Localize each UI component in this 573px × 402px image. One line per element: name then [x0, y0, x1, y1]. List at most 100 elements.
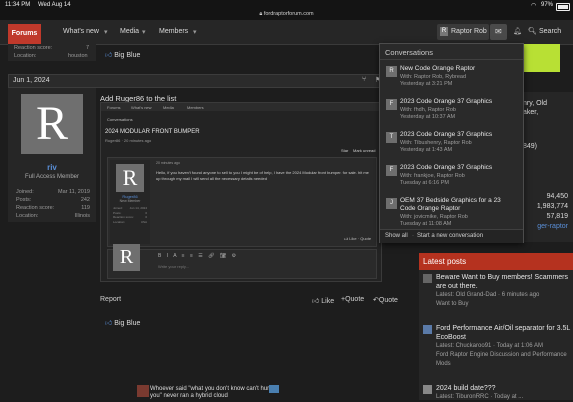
alerts-button[interactable]: 🔔︎: [508, 24, 525, 40]
like-reaction-icon: 👍︎: [105, 320, 113, 327]
post-author-panel: R riv Full Access Member Joined: Mar 11, …: [8, 88, 96, 222]
conversation-title: OEM 37 Bedside Graphics for a 23 Code Or…: [400, 197, 501, 212]
wifi-icon: ◠: [531, 3, 537, 9]
thumbs-up-icon: 👍︎: [312, 298, 320, 305]
tab-whats-new[interactable]: What's new: [63, 28, 99, 35]
bell-icon: 🔔︎: [513, 28, 522, 35]
conversation-avatar: R: [386, 66, 397, 77]
embedded-user-role: New Member: [119, 199, 141, 203]
start-conversation-link[interactable]: Start a new conversation: [417, 233, 483, 239]
embedded-nav: Forums What's new Media Members: [101, 103, 381, 111]
conversation-participants: With: jovicmike, Raptor Rob: [400, 214, 468, 220]
conversation-avatar: J: [386, 198, 397, 209]
latest-post-item[interactable]: Ford Performance Air/Oil separator for 3…: [436, 324, 570, 369]
like-button[interactable]: 👍︎ Like: [312, 296, 334, 305]
chevron-down-icon[interactable]: ▾: [193, 28, 197, 36]
conversation-title: 2023 Code Orange 37 Graphics: [400, 98, 493, 105]
footer-separator: ·: [412, 233, 414, 239]
tab-media[interactable]: Media: [120, 28, 139, 35]
embedded-conv-title: 2024 MODULAR FRONT BUMPER: [105, 129, 200, 135]
quick-reply-area: [100, 240, 380, 274]
latest-post-item[interactable]: 2024 build date??? Latest: TiburonRRC · …: [436, 384, 570, 402]
latest-posts-header: Latest posts: [419, 253, 573, 270]
reaction-user: Big Blue: [114, 52, 141, 59]
conversation-item[interactable]: R New Code Orange Raptor With: Raptor Ro…: [380, 60, 523, 93]
status-time: 11:34 PM: [5, 2, 31, 8]
embedded-msg-time: 20 minutes ago: [156, 161, 180, 165]
battery-icon: [556, 3, 570, 11]
location-label: Location:: [14, 53, 37, 59]
embedded-mark-unread: Mark unread: [353, 148, 376, 153]
share-icon[interactable]: ⑂: [362, 76, 366, 83]
conversation-time: Yesterday at 10:37 AM: [400, 114, 456, 120]
tab-forums[interactable]: Forums: [8, 24, 41, 44]
conversation-title: 2023 Code Orange 37 Graphics: [400, 131, 493, 138]
post-date-bar: Jun 1, 2024 ⑂ ⚑: [8, 74, 381, 88]
reaction-summary[interactable]: 👍︎ Big Blue: [105, 50, 140, 59]
conversation-avatar: F: [386, 99, 397, 110]
post-reactions[interactable]: 👍︎ Big Blue: [105, 318, 140, 327]
search-button[interactable]: 🔍︎ Search: [527, 24, 567, 40]
url-bar[interactable]: 🔒︎ fordraptorforum.com: [0, 11, 573, 20]
search-label: Search: [539, 28, 562, 35]
report-link[interactable]: Report: [100, 296, 121, 303]
latest-post-item[interactable]: Beware Want to Buy members! Scammers are…: [436, 273, 570, 309]
reaction-user: Big Blue: [114, 320, 141, 327]
location-value: houston: [68, 53, 88, 59]
sidebar-partial-text: nry, Old: [523, 100, 547, 107]
stat-row: Joined: Mar 11, 2019: [16, 189, 90, 195]
conversation-time: Yesterday at 1:43 AM: [400, 147, 453, 153]
author-stats: Joined: Mar 11, 2019 Posts: 242 Reaction s…: [16, 188, 90, 220]
status-date: Wed Aug 14: [38, 2, 71, 8]
conversation-item[interactable]: F 2023 Code Orange 37 Graphics With: fra…: [380, 159, 523, 192]
signature-text: Whoever said "what you don't know can't …: [150, 386, 271, 399]
user-name: Raptor Rob: [451, 28, 487, 35]
conversations-button[interactable]: ✉: [490, 24, 507, 40]
previous-author-info: Reaction score: 7 Location: houston: [8, 44, 96, 61]
conversation-participants: With: Tibushenry, Raptor Rob: [400, 140, 472, 146]
embedded-message: R Ruger86 New Member Joined: Jun 14, 2024…: [107, 157, 377, 247]
embedded-star: Star: [341, 148, 349, 153]
stat-row: Reaction score: 119: [16, 205, 90, 211]
reaction-score-value: 7: [86, 45, 90, 51]
multi-quote-button[interactable]: +Quote: [341, 296, 364, 303]
url-text: fordraptorforum.com: [263, 11, 314, 17]
conversation-item[interactable]: F 2023 Code Orange 37 Graphics With: fhd…: [380, 93, 523, 126]
sidebar-partial-text: aker,: [523, 109, 539, 116]
post-date: Jun 1, 2024: [13, 77, 50, 84]
embedded-conv-meta: Ruger86 · 20 minutes ago: [105, 138, 152, 143]
conversation-time: Yesterday at 3:21 PM: [400, 81, 453, 87]
conversations-footer: Show all · Start a new conversation: [380, 229, 523, 243]
latest-posts-list: Beware Want to Buy members! Scammers are…: [419, 270, 573, 400]
sidebar-partial-text: 849): [523, 143, 538, 150]
embedded-user-panel: R Ruger86 New Member Joined: Jun 14, 2024…: [110, 160, 150, 244]
reaction-score-label: Reaction score:: [14, 45, 53, 51]
conversation-item[interactable]: T 2023 Code Orange 37 Graphics With: Tib…: [380, 126, 523, 159]
user-menu-button[interactable]: R Raptor Rob: [437, 24, 489, 40]
lock-icon: 🔒︎: [259, 11, 263, 17]
embedded-msg-text: Hello, if you haven't found anyone to se…: [156, 170, 369, 181]
embedded-avatar: R: [116, 164, 144, 192]
author-name[interactable]: riv: [8, 163, 96, 172]
conversations-dropdown: Conversations R New Code Orange Raptor W…: [379, 43, 524, 243]
tab-members[interactable]: Members: [159, 28, 188, 35]
quote-button[interactable]: ↶Quote: [373, 296, 398, 304]
author-avatar[interactable]: R: [21, 94, 83, 154]
show-all-link[interactable]: Show all: [385, 233, 408, 239]
embedded-section: Conversations: [107, 117, 133, 122]
conversation-time: Tuesday at 11:08 AM: [400, 221, 452, 227]
conversation-participants: With: Raptor Rob, Rybread: [400, 74, 467, 80]
author-role: Full Access Member: [24, 174, 79, 180]
chevron-down-icon[interactable]: ▾: [104, 28, 108, 36]
stat-row: Posts: 242: [16, 197, 90, 203]
reply-user-avatar: R: [113, 244, 140, 271]
conversation-avatar: F: [386, 165, 397, 176]
conversation-title: 2023 Code Orange 37 Graphics: [400, 164, 493, 171]
conversation-item[interactable]: J OEM 37 Bedside Graphics for a 23 Code …: [380, 192, 523, 230]
search-icon: 🔍︎: [528, 28, 537, 35]
chevron-down-icon[interactable]: ▾: [142, 28, 146, 36]
embedded-user-stats: Joined: Jun 14, 2024 Posts: 0 Reaction sco…: [113, 206, 147, 224]
forum-stats: 94,450 1,983,774 57,819 ger-raptor: [536, 193, 568, 230]
post-author-avatar: [423, 385, 432, 394]
top-navigation: Forums What's new ▾ Media ▾ Members ▾ R …: [0, 20, 573, 45]
